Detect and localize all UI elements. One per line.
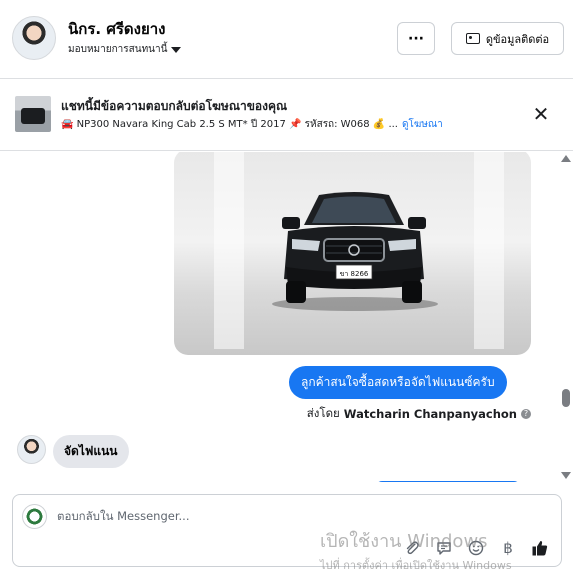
conversation-header: นิกร. ศรีดงยาง มอบหมายการสนทนานี้ ··· ดู…	[0, 0, 573, 79]
ad-details-text: 🚘 NP300 Navara King Cab 2.5 S MT* ปี 201…	[61, 119, 398, 130]
view-ad-link[interactable]: ดูโฆษณา	[402, 117, 443, 132]
currency-icon[interactable]: ฿	[497, 537, 519, 559]
pickup-truck-image	[282, 192, 426, 303]
caret-down-icon	[171, 46, 182, 53]
assign-conversation-dropdown[interactable]: มอบหมายการสนทนานี้	[68, 42, 182, 57]
ad-thumbnail	[15, 96, 51, 132]
partial-message-bubble	[376, 481, 520, 482]
more-icon: ···	[408, 30, 424, 47]
sent-by-prefix: ส่งโดย	[306, 406, 340, 420]
car-photo-attachment[interactable]: ขา 8266	[174, 152, 531, 355]
page-avatar	[22, 504, 47, 529]
license-plate: ขา 8266	[340, 270, 369, 278]
customer-name[interactable]: นิกร. ศรีดงยาง	[68, 17, 166, 41]
ad-banner-title: แชทนี้มีข้อความตอบกลับต่อโฆษณาของคุณ	[61, 99, 288, 113]
contact-card-icon	[465, 33, 480, 44]
outgoing-message-bubble[interactable]: ลูกค้าสนใจซื้อสดหรือจัดไฟแนนซ์ครับ	[289, 366, 507, 399]
more-options-button[interactable]: ···	[397, 22, 435, 55]
close-icon[interactable]: ✕	[532, 104, 550, 124]
assign-label: มอบหมายการสนทนานี้	[68, 44, 168, 55]
reply-input[interactable]	[57, 506, 357, 526]
light-strip	[474, 152, 504, 349]
message-thread[interactable]: ขา 8266 ลูกค้าสนใจซื้อสดหรือจัดไฟแนนซ์คร…	[0, 152, 573, 482]
view-contact-button[interactable]: ดูข้อมูลติดต่อ	[451, 22, 564, 55]
ad-banner-details: 🚘 NP300 Navara King Cab 2.5 S MT* ปี 201…	[61, 117, 443, 132]
sent-by-line: ส่งโดย Watcharin Chanpanyachon ?	[307, 405, 531, 423]
scroll-down-arrow-icon[interactable]	[561, 472, 571, 479]
scrollbar-thumb[interactable]	[562, 389, 570, 407]
scroll-up-arrow-icon[interactable]	[561, 155, 571, 162]
composer-toolbar: ฿	[401, 537, 551, 559]
license-plate-text: ขา 8266	[340, 270, 369, 278]
customer-avatar[interactable]	[12, 16, 56, 60]
view-contact-label: ดูข้อมูลติดต่อ	[485, 32, 550, 46]
saved-reply-icon[interactable]	[433, 537, 455, 559]
info-icon[interactable]: ?	[521, 409, 531, 419]
ad-reply-banner: แชทนี้มีข้อความตอบกลับต่อโฆษณาของคุณ 🚘 N…	[0, 80, 573, 151]
customer-avatar-small[interactable]	[17, 435, 46, 464]
emoji-icon[interactable]	[465, 537, 487, 559]
reply-composer: ฿	[12, 494, 562, 567]
incoming-message-bubble[interactable]: จัดไฟแนน	[53, 435, 129, 468]
like-icon[interactable]	[529, 537, 551, 559]
attach-icon[interactable]	[401, 537, 423, 559]
sent-by-name: Watcharin Chanpanyachon	[343, 407, 517, 421]
light-strip	[214, 152, 244, 349]
